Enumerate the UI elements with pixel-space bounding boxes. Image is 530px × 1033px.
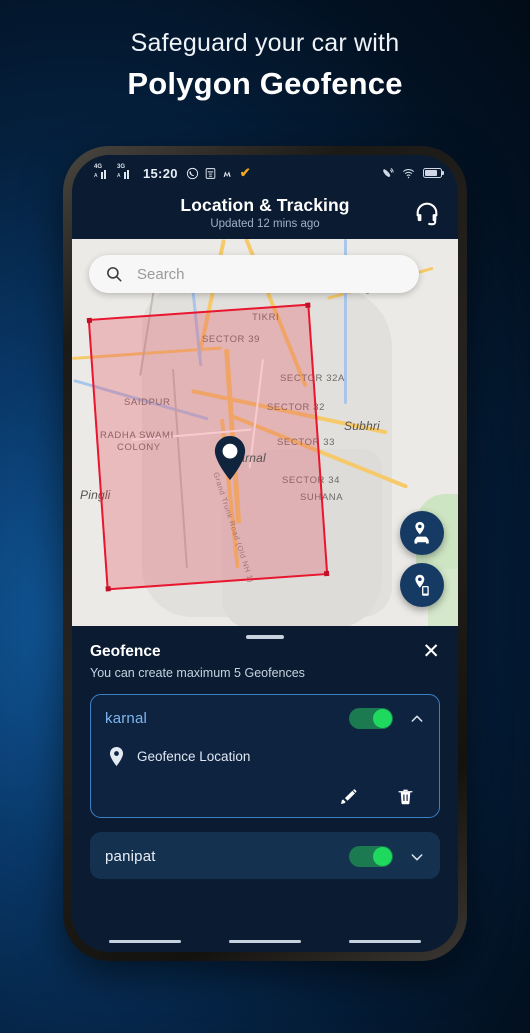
last-updated-text: Updated 12 mins ago <box>210 218 320 230</box>
checkmark-icon: ✔ <box>239 165 251 180</box>
vehicle-location-pin[interactable] <box>213 436 247 480</box>
search-bar[interactable]: Search <box>89 255 419 293</box>
search-placeholder: Search <box>137 265 185 283</box>
geofence-name: panipat <box>105 848 156 865</box>
promo-line-1: Safeguard your car with <box>130 29 400 57</box>
phone-screen: ᴀ 4G ᴀ 3G 15:20 ✔ Location & Tracking Up… <box>72 155 458 952</box>
signal-1-icon: ᴀ 4G <box>94 164 112 179</box>
geofence-location-label: Geofence Location <box>137 749 251 764</box>
map-label: Subhri <box>344 419 380 433</box>
sheet-header: Geofence You can create maximum 5 Geofen… <box>90 641 440 680</box>
geofence-toggle[interactable] <box>349 846 393 867</box>
geofence-card-panipat[interactable]: panipat <box>90 832 440 879</box>
chevron-up-icon[interactable] <box>409 711 425 727</box>
geofence-controls <box>349 846 425 867</box>
system-nav-bar[interactable] <box>72 930 458 952</box>
m-icon <box>223 170 231 177</box>
nav-recents-indicator[interactable] <box>349 939 421 943</box>
chevron-down-icon[interactable] <box>409 849 425 865</box>
wifi-icon <box>402 168 415 178</box>
map-pin-icon <box>109 747 124 766</box>
device-location-fab[interactable] <box>400 563 444 607</box>
nav-home-indicator[interactable] <box>229 939 301 943</box>
trash-icon[interactable] <box>396 787 415 806</box>
status-bar-right <box>381 167 444 180</box>
close-icon[interactable]: ✕ <box>422 641 440 662</box>
edit-pencil-icon[interactable] <box>339 787 358 806</box>
signal-2-icon: ᴀ 3G <box>117 164 135 179</box>
map-view[interactable]: Baragaon TIKRI SECTOR 39 SECTOR 32A SECT… <box>72 239 458 666</box>
status-clock: 15:20 <box>143 165 178 181</box>
sheet-drag-handle[interactable] <box>246 635 284 639</box>
headset-icon[interactable] <box>413 199 441 227</box>
geofence-bottom-sheet: Geofence You can create maximum 5 Geofen… <box>72 626 458 952</box>
whatsapp-icon <box>186 167 198 179</box>
pin-car-icon <box>413 521 429 544</box>
geofence-card-header: panipat <box>105 846 425 867</box>
app-header: Location & Tracking Updated 12 mins ago <box>72 191 458 239</box>
vehicle-location-fab[interactable] <box>400 511 444 555</box>
calculator-icon <box>205 167 216 179</box>
geofence-toggle[interactable] <box>349 708 393 729</box>
status-bar-left: ᴀ 4G ᴀ 3G 15:20 ✔ <box>94 164 251 181</box>
search-icon <box>107 267 122 282</box>
geofence-card-header: karnal <box>105 708 425 729</box>
geofence-card-karnal[interactable]: karnal Geofence Location <box>90 694 440 818</box>
geofence-name: karnal <box>105 710 148 727</box>
nav-back-indicator[interactable] <box>109 939 181 943</box>
call-sound-icon <box>383 167 394 177</box>
promo-line-2: Polygon Geofence <box>127 66 403 101</box>
geofence-polygon[interactable] <box>86 302 330 592</box>
promo-headline: Safeguard your car with Polygon Geofence <box>0 26 530 106</box>
sheet-title: Geofence <box>90 643 161 660</box>
sheet-subtitle: You can create maximum 5 Geofences <box>90 666 305 680</box>
pin-phone-icon <box>414 574 429 596</box>
geofence-location-row: Geofence Location <box>105 747 425 766</box>
battery-icon <box>423 168 444 178</box>
phone-frame: ᴀ 4G ᴀ 3G 15:20 ✔ Location & Tracking Up… <box>63 146 467 961</box>
geofence-controls <box>349 708 425 729</box>
status-bar: ᴀ 4G ᴀ 3G 15:20 ✔ <box>72 155 458 191</box>
page-title: Location & Tracking <box>180 195 350 215</box>
geofence-actions <box>105 787 425 806</box>
